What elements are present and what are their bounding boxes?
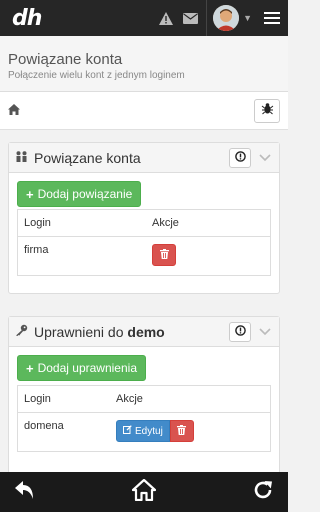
key-icon: [15, 323, 28, 341]
page-header: Powiązane konta Połączenie wielu kont z …: [0, 36, 288, 92]
column-header-actions: Akcje: [152, 217, 179, 229]
breadcrumb: [0, 92, 288, 130]
app-logo[interactable]: dh: [12, 6, 42, 31]
table-header-row: Login Akcje: [18, 210, 270, 237]
panel-header: Powiązane konta: [9, 143, 279, 173]
panel-title-prefix: Uprawnieni do: [34, 323, 124, 340]
hamburger-icon[interactable]: [264, 9, 280, 27]
add-link-button[interactable]: + Dodaj powiązanie: [17, 181, 142, 207]
back-icon[interactable]: [14, 480, 36, 505]
info-icon: [234, 149, 246, 167]
add-permission-label: Dodaj uprawnienia: [37, 361, 137, 375]
warning-icon[interactable]: [154, 0, 178, 36]
table-row: domena Edytuj: [18, 413, 270, 451]
bug-report-button[interactable]: [254, 98, 280, 123]
page-subtitle: Połączenie wielu kont z jednym loginem: [8, 70, 185, 81]
delete-button[interactable]: [169, 420, 194, 442]
add-permission-button[interactable]: + Dodaj uprawnienia: [17, 355, 146, 381]
refresh-icon[interactable]: [252, 479, 274, 506]
divider: [206, 0, 208, 36]
users-icon: [15, 149, 28, 167]
row-login: domena: [24, 420, 64, 432]
column-header-actions: Akcje: [116, 393, 143, 405]
panel-header: Uprawnieni do demo: [9, 317, 279, 347]
edit-label: Edytuj: [135, 425, 163, 437]
plus-icon: +: [26, 186, 34, 202]
top-navbar: dh ▼: [0, 0, 288, 36]
chevron-down-icon[interactable]: [257, 327, 273, 336]
delete-button[interactable]: [152, 244, 176, 266]
envelope-icon[interactable]: [178, 0, 202, 36]
trash-icon: [159, 248, 169, 262]
panel-title-account: demo: [127, 323, 165, 340]
chevron-down-icon[interactable]: ▼: [243, 13, 252, 23]
column-header-login: Login: [24, 217, 51, 229]
edit-icon: [123, 425, 132, 437]
trash-icon: [177, 424, 187, 438]
add-link-label: Dodaj powiązanie: [37, 187, 133, 201]
info-button[interactable]: [229, 321, 251, 342]
permissions-panel: Uprawnieni do demo + Dodaj uprawnienia L…: [8, 316, 280, 474]
page-title: Powiązane konta: [8, 51, 123, 68]
home-icon[interactable]: [8, 102, 20, 120]
avatar[interactable]: [213, 5, 240, 31]
table-header-row: Login Akcje: [18, 386, 270, 413]
linked-accounts-table: Login Akcje firma: [17, 209, 271, 276]
panel-title: Powiązane konta: [34, 149, 141, 166]
edit-button[interactable]: Edytuj: [116, 420, 170, 442]
chevron-down-icon[interactable]: [257, 153, 273, 162]
bottom-navbar: [0, 472, 288, 512]
plus-icon: +: [26, 360, 34, 376]
home-icon[interactable]: [131, 478, 157, 506]
table-row: firma: [18, 237, 270, 275]
info-icon: [234, 323, 246, 341]
info-button[interactable]: [229, 147, 251, 168]
permissions-table: Login Akcje domena Edytuj: [17, 385, 271, 452]
panel-title: Uprawnieni do demo: [34, 324, 165, 340]
column-header-login: Login: [24, 393, 51, 405]
bug-icon: [261, 102, 274, 120]
row-login: firma: [24, 244, 49, 256]
linked-accounts-panel: Powiązane konta + Dodaj powiązanie Login…: [8, 142, 280, 294]
